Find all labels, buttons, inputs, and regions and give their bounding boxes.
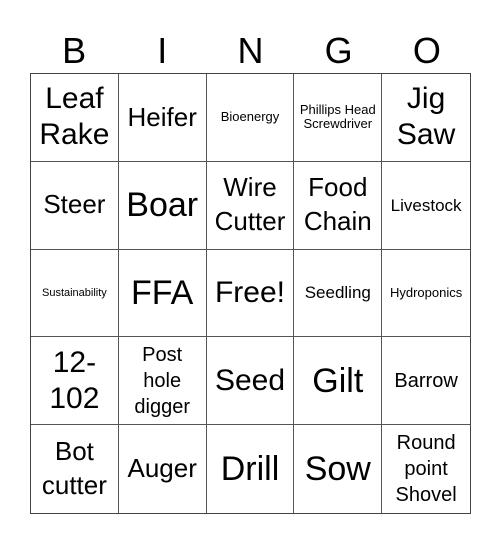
bingo-cell[interactable]: Drill — [207, 425, 295, 513]
header-letter-o: O — [412, 29, 441, 71]
bingo-cell[interactable]: Livestock — [382, 162, 470, 250]
bingo-cell[interactable]: Seed — [206, 337, 295, 426]
bingo-grid: Leaf Rake Heifer Bioenergy Phillips Head Sc… — [30, 73, 471, 514]
bingo-cell[interactable]: Steer — [31, 161, 119, 250]
bingo-cell[interactable]: Wire Cutter — [206, 161, 295, 250]
bingo-cell[interactable]: Gilt — [294, 337, 383, 426]
bingo-cell[interactable]: Seedling — [294, 249, 383, 338]
header-letter-i: I — [157, 29, 168, 71]
bingo-cell[interactable]: Leaf Rake — [31, 74, 119, 162]
header-letter-b: B — [62, 29, 87, 71]
bingo-cell[interactable]: Hydroponics — [382, 250, 470, 338]
bingo-cell[interactable]: Bot cutter — [31, 425, 119, 513]
bingo-cell[interactable]: 12-102 — [31, 337, 119, 426]
bingo-cell[interactable]: FFA — [118, 249, 207, 338]
bingo-cell[interactable]: Boar — [118, 161, 207, 250]
bingo-cell[interactable]: Bioenergy — [206, 74, 295, 162]
bingo-cell[interactable]: Round point Shovel — [382, 425, 470, 513]
bingo-cell[interactable]: Post hole digger — [118, 337, 207, 426]
header-letter-n: N — [237, 29, 264, 71]
bingo-cell[interactable]: Jig Saw — [382, 74, 470, 162]
bingo-cell[interactable]: Phillips Head Screwdriver — [294, 74, 383, 162]
bingo-cell[interactable]: Sustainability — [31, 249, 119, 338]
bingo-cell[interactable]: Free! — [206, 249, 295, 338]
bingo-cell[interactable]: Food Chain — [294, 161, 383, 250]
bingo-cell[interactable]: Heifer — [118, 74, 207, 162]
bingo-header: B I N G O — [30, 28, 471, 73]
header-letter-g: G — [324, 29, 353, 71]
bingo-cell[interactable]: Auger — [119, 425, 207, 513]
bingo-cell[interactable]: Barrow — [382, 337, 470, 426]
bingo-cell[interactable]: Sow — [294, 425, 383, 513]
